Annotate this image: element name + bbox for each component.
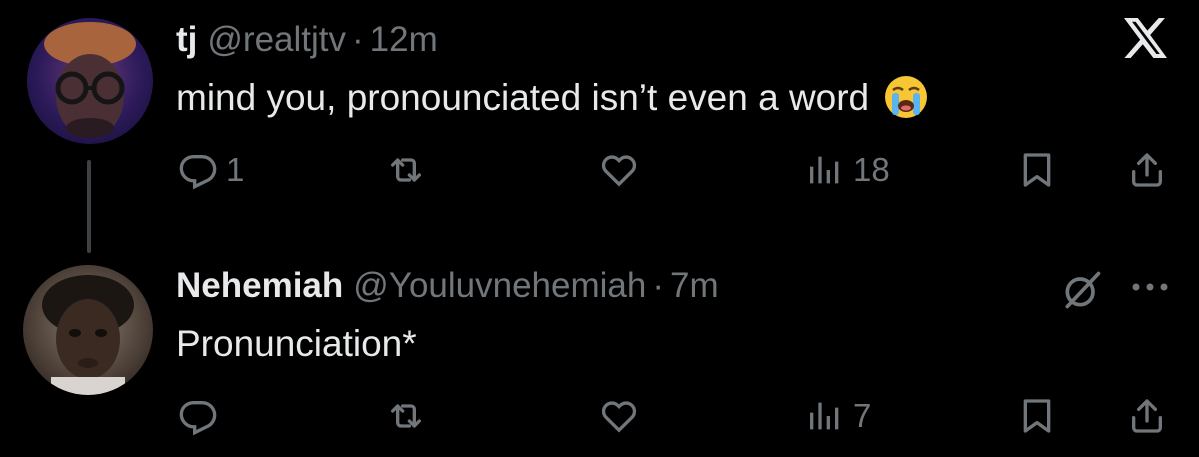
heart-icon [601, 155, 637, 187]
loudly-crying-face-emoji-icon [883, 74, 929, 120]
reply-icon [179, 155, 217, 190]
repost-icon [391, 404, 421, 428]
more-icon[interactable] [1130, 280, 1170, 294]
reply-button[interactable] [178, 396, 218, 436]
heart-icon [601, 401, 637, 433]
share-icon [1132, 399, 1162, 433]
views-button[interactable]: 7 [805, 396, 871, 436]
repost-icon [391, 158, 421, 182]
bookmark-icon [1023, 153, 1051, 187]
bookmark-button[interactable] [1017, 150, 1057, 190]
x-logo-icon[interactable] [1120, 14, 1170, 62]
reply-button[interactable]: 1 [178, 150, 244, 190]
tweet-body: mind you, pronounciated isn’t even a wor… [176, 77, 870, 118]
timestamp[interactable]: 12m [370, 20, 438, 59]
reply-icon [179, 401, 217, 436]
thread-connector [87, 160, 91, 253]
tweet-text: Pronunciation* [176, 322, 417, 366]
display-name[interactable]: tj [176, 20, 197, 59]
separator: · [352, 20, 364, 59]
like-button[interactable] [598, 150, 640, 190]
share-button[interactable] [1127, 396, 1167, 436]
tweet-text: mind you, pronounciated isn’t even a wor… [176, 76, 929, 120]
share-button[interactable] [1127, 150, 1167, 190]
views-icon [810, 402, 839, 430]
views-icon [810, 156, 839, 184]
tweet-header: tj @realtjtv · 12m [176, 20, 438, 60]
repost-button[interactable] [385, 150, 427, 190]
separator: · [652, 266, 664, 305]
avatar-nehemiah[interactable] [23, 265, 153, 395]
timestamp[interactable]: 7m [670, 266, 719, 305]
views-count: 18 [853, 151, 890, 188]
bookmark-icon [1023, 399, 1051, 433]
views-button[interactable]: 18 [805, 150, 890, 190]
tweet-header: Nehemiah @Youluvnehemiah · 7m [176, 266, 719, 306]
like-button[interactable] [598, 396, 640, 436]
views-count: 7 [853, 397, 872, 434]
user-handle[interactable]: @realtjtv [207, 20, 346, 59]
avatar-tj[interactable] [27, 18, 153, 144]
share-icon [1132, 153, 1162, 187]
grok-icon[interactable] [1060, 268, 1104, 312]
reply-count: 1 [226, 151, 245, 188]
user-handle[interactable]: @Youluvnehemiah [353, 266, 646, 305]
tweet-body: Pronunciation* [176, 323, 417, 364]
repost-button[interactable] [385, 396, 427, 436]
bookmark-button[interactable] [1017, 396, 1057, 436]
display-name[interactable]: Nehemiah [176, 266, 343, 305]
